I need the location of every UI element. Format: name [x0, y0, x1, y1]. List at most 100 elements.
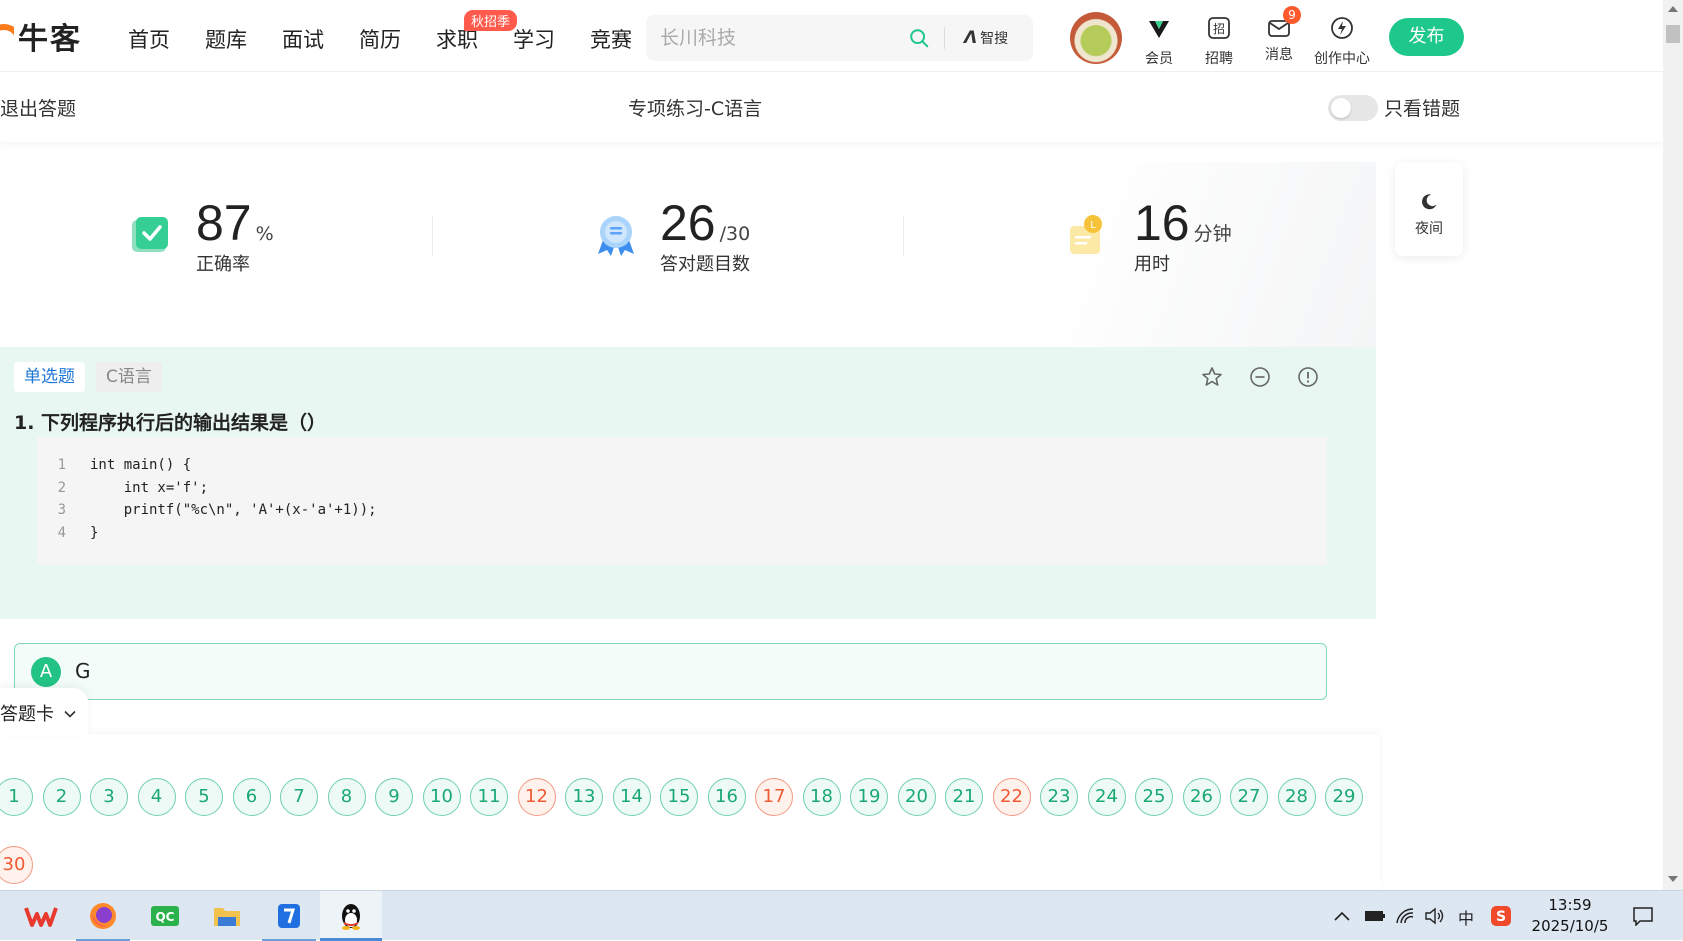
scroll-up-arrow-icon[interactable] [1668, 6, 1678, 12]
battery-icon[interactable] [1364, 909, 1386, 923]
answer-sheet-number[interactable]: 21 [945, 778, 983, 816]
code-line: 4} [37, 525, 1327, 548]
nav-question-bank[interactable]: 题库 [205, 24, 247, 54]
clock-date: 2025/10/5 [1531, 917, 1609, 935]
answer-sheet-number[interactable]: 6 [232, 778, 271, 816]
answer-sheet-toggle[interactable]: 答题卡 [0, 700, 78, 726]
answer-sheet-number[interactable]: 23 [1040, 778, 1078, 816]
nav-resume[interactable]: 简历 [359, 24, 401, 54]
scroll-thumb[interactable] [1666, 25, 1680, 43]
answer-sheet-number[interactable]: 22 [992, 778, 1031, 816]
minus-circle-icon[interactable] [1248, 365, 1272, 389]
svg-text:QC: QC [155, 910, 174, 924]
publish-button[interactable]: 发布 [1389, 18, 1464, 56]
nav-learn[interactable]: 学习 [513, 24, 555, 54]
nav-contest[interactable]: 竞赛 [590, 24, 632, 54]
volume-icon[interactable] [1424, 907, 1446, 925]
tray-chevron-up-icon[interactable] [1333, 908, 1351, 924]
answer-sheet-number[interactable]: 13 [565, 778, 603, 816]
notification-center-icon[interactable] [1632, 906, 1654, 926]
search-separator [944, 27, 945, 49]
question-title: 1. 下列程序执行后的输出结果是（） [14, 412, 327, 434]
night-mode-button[interactable]: 夜间 [1395, 162, 1463, 256]
correct-count-stat: 26/30 答对题目数 [660, 194, 750, 276]
taskbar-app-blue[interactable] [258, 891, 320, 941]
answer-sheet-number[interactable]: 27 [1230, 778, 1268, 816]
system-clock[interactable]: 13:59 2025/10/5 [1530, 895, 1610, 937]
nav-interview[interactable]: 面试 [282, 24, 324, 54]
clock-time: 13:59 [1548, 896, 1592, 914]
code-text: int x='f'; [90, 479, 209, 496]
messages-link[interactable]: 9 消息 [1244, 6, 1314, 64]
user-avatar[interactable] [1070, 12, 1122, 64]
question-card: 单选题 C语言 1. 下列程序执行后的输出结果是（） 1 int main() {… [0, 347, 1376, 619]
windows-taskbar: QC 中 S 13:59 2025/10/5 [0, 890, 1683, 941]
taskbar-file-explorer[interactable] [196, 891, 258, 941]
answer-sheet-number[interactable]: 15 [660, 778, 698, 816]
answer-sheet-number[interactable]: 16 [707, 778, 746, 816]
answer-sheet-number[interactable]: 20 [897, 778, 936, 816]
correct-count-value: 26 [660, 195, 716, 251]
code-text: printf("%c\n", 'A'+(x-'a'+1)); [90, 502, 377, 518]
answer-sheet-number[interactable]: 1 [0, 778, 33, 816]
answer-sheet-number[interactable]: 29 [1325, 778, 1363, 816]
answer-sheet-number[interactable]: 8 [327, 778, 366, 816]
time-used-stat: 16 分钟 用时 [1134, 194, 1232, 276]
creator-center-link[interactable]: 创作中心 [1307, 14, 1377, 68]
wrong-only-label: 只看错题 [1384, 98, 1461, 120]
taskbar-firefox[interactable] [72, 891, 134, 941]
taskbar-qc[interactable]: QC [134, 891, 196, 941]
answer-sheet-number[interactable]: 7 [280, 778, 318, 816]
answer-option-a[interactable]: A G [14, 643, 1327, 700]
star-icon[interactable] [1200, 365, 1224, 389]
search-icon[interactable] [908, 27, 930, 49]
answer-sheet-number[interactable]: 5 [185, 778, 223, 816]
answer-sheet-label: 答题卡 [0, 704, 54, 725]
zhisou-button[interactable]: Λ 智搜 [964, 28, 1008, 48]
nav-job[interactable]: 求职 秋招季 [436, 10, 518, 54]
code-text: } [90, 524, 99, 541]
timer-note-icon: L [1070, 215, 1102, 254]
taskbar-wps[interactable] [10, 891, 72, 941]
blue-app-icon [278, 904, 300, 928]
answer-sheet-number[interactable]: 4 [137, 778, 176, 816]
answer-sheet-number[interactable]: 19 [850, 778, 888, 816]
taskbar-qq[interactable] [320, 891, 382, 941]
accuracy-check-icon [132, 217, 168, 252]
answer-sheet-number[interactable]: 9 [375, 778, 413, 816]
wrong-only-toggle[interactable] [1328, 95, 1378, 121]
folder-icon [214, 908, 240, 926]
nav-home[interactable]: 首页 [128, 24, 170, 54]
answer-sheet-number[interactable]: 17 [755, 778, 793, 816]
answer-sheet-tab[interactable]: 答题卡 [0, 688, 88, 736]
answer-sheet-number[interactable]: 24 [1087, 778, 1126, 816]
search-input[interactable] [660, 15, 900, 61]
nav-job-label: 求职 [436, 28, 478, 52]
answer-sheet-number[interactable]: 14 [612, 778, 651, 816]
answer-sheet-number[interactable]: 10 [422, 778, 461, 816]
answer-sheet-number[interactable]: 26 [1182, 778, 1221, 816]
svg-text:L: L [1090, 220, 1096, 231]
answer-sheet-number[interactable]: 2 [42, 778, 81, 816]
answer-sheet-number[interactable]: 25 [1135, 778, 1173, 816]
nowcoder-logo[interactable]: 牛客 [0, 16, 82, 57]
page-scrollbar[interactable] [1663, 0, 1683, 890]
scroll-down-arrow-icon[interactable] [1668, 876, 1678, 882]
vip-icon [1149, 21, 1169, 38]
accuracy-label: 正确率 [196, 254, 250, 275]
exit-answering-button[interactable]: 退出答题 [0, 94, 76, 121]
answer-sheet-number[interactable]: 12 [517, 778, 556, 816]
answer-sheet-number[interactable]: 3 [90, 778, 128, 816]
correct-count-label: 答对题目数 [660, 254, 750, 275]
firefox-icon [90, 903, 116, 929]
answer-sheet-number[interactable]: 30 [0, 846, 33, 884]
answer-sheet-number[interactable]: 18 [802, 778, 841, 816]
report-icon[interactable] [1296, 365, 1320, 389]
moon-icon [1422, 194, 1437, 210]
answer-sheet-number[interactable]: 28 [1277, 778, 1316, 816]
wifi-icon[interactable] [1395, 907, 1415, 925]
sogou-input-icon[interactable]: S [1490, 905, 1512, 927]
chevron-down-icon [64, 710, 76, 718]
answer-sheet-number[interactable]: 11 [470, 778, 508, 816]
ime-indicator[interactable]: 中 [1458, 905, 1474, 929]
